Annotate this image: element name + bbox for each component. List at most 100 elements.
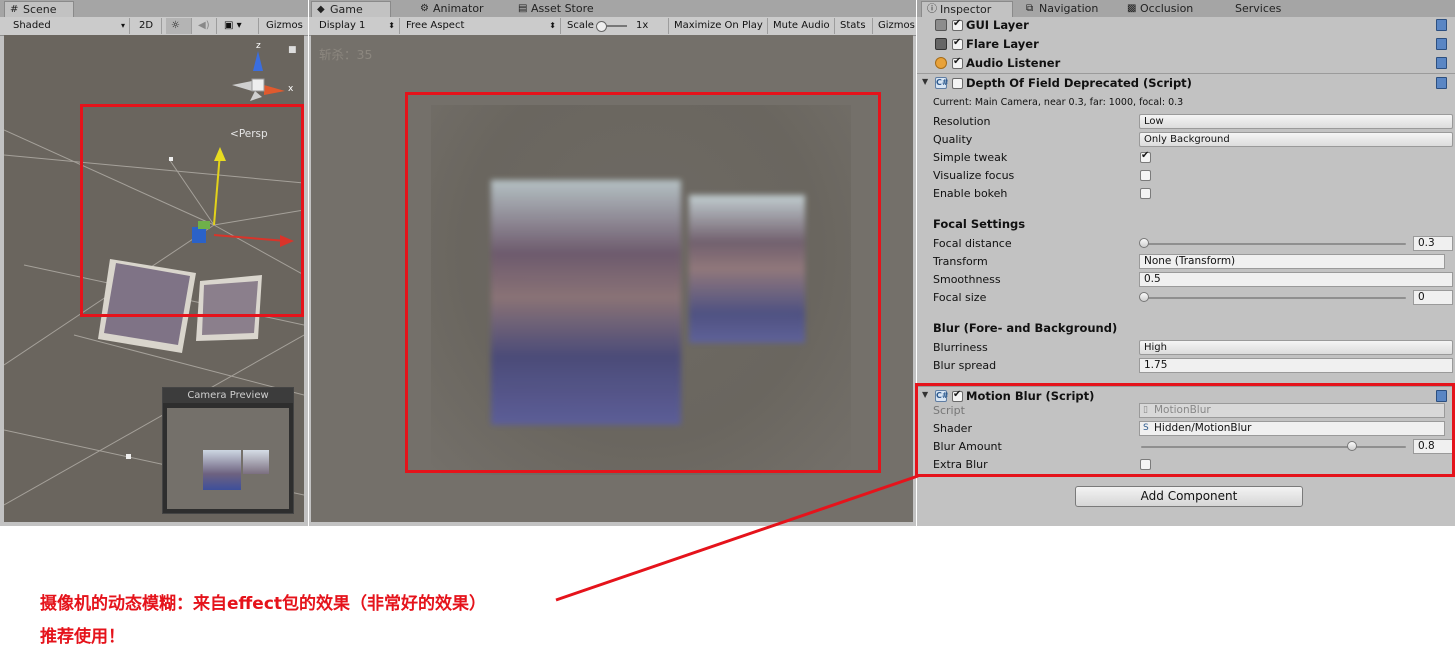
transform-label: Transform: [933, 255, 988, 268]
kill-count-hud: 斩杀：35: [319, 47, 373, 62]
dof-resolution-row: Resolution Low: [917, 113, 1455, 131]
camera-preview-title: Camera Preview: [163, 388, 293, 403]
aspect-dropdown[interactable]: Free Aspect ⬍: [401, 18, 561, 34]
axis-x-label: x: [288, 84, 294, 94]
camera-preview-view: [167, 408, 289, 509]
focal-size-row: Focal size 0: [917, 289, 1455, 307]
scene-tabbar: # Scene: [0, 0, 308, 17]
component-gui-layer[interactable]: GUI Layer: [917, 16, 1455, 35]
help-book-icon[interactable]: [1436, 19, 1447, 31]
blur-spread-row: Blur spread 1.75: [917, 357, 1455, 375]
lighting-toggle[interactable]: ☼: [166, 18, 192, 34]
tab-asset-store-label: Asset Store: [531, 2, 594, 15]
component-flare-layer[interactable]: Flare Layer: [917, 35, 1455, 54]
tab-game-label: Game: [330, 3, 363, 16]
tab-navigation-label: Navigation: [1039, 2, 1099, 15]
audio-listener-enabled-checkbox[interactable]: [952, 56, 963, 69]
game-tabbar: ◆ Game ⚙ Animator ▤ Asset Store: [309, 0, 916, 17]
flare-layer-title: Flare Layer: [966, 37, 1039, 51]
audio-listener-icon: [935, 57, 947, 69]
tab-inspector[interactable]: ⓘ Inspector: [921, 1, 1013, 17]
gui-layer-enabled-checkbox[interactable]: [952, 18, 963, 31]
tab-asset-store[interactable]: ▤ Asset Store: [513, 1, 623, 17]
transform-row: Transform None (Transform): [917, 253, 1455, 271]
scene-toolbar: Shaded ▾ 2D ☼ ◀) ▣ ▾ Gizmos: [0, 17, 308, 36]
focal-distance-slider-thumb[interactable]: [1139, 238, 1149, 248]
dof-enabled-checkbox[interactable]: [952, 78, 963, 89]
shading-dropdown[interactable]: Shaded ▾: [8, 18, 130, 34]
smoothness-field[interactable]: 0.5: [1139, 272, 1453, 287]
component-audio-listener[interactable]: Audio Listener: [917, 54, 1455, 73]
scene-gizmos-label: Gizmos: [266, 20, 303, 31]
preview-image-1: [203, 450, 241, 490]
toggle-2d-button[interactable]: 2D: [134, 18, 162, 34]
mute-audio-toggle[interactable]: Mute Audio: [768, 18, 835, 34]
image-icon: ▣ ▾: [224, 20, 242, 31]
scale-label: Scale: [567, 20, 594, 31]
audio-listener-title: Audio Listener: [966, 56, 1061, 70]
tab-scene[interactable]: # Scene: [4, 1, 74, 17]
focal-distance-slider[interactable]: [1141, 243, 1406, 245]
focal-size-slider-thumb[interactable]: [1139, 292, 1149, 302]
display-arrow-icon: ⬍: [388, 21, 395, 30]
quality-label: Quality: [933, 133, 973, 146]
display-dropdown[interactable]: Display 1 ⬍: [314, 18, 400, 34]
view-orientation-gizmo[interactable]: z x ■: [222, 41, 302, 113]
dof-simple-tweak-row: Simple tweak: [917, 149, 1455, 167]
scene-gizmos-dropdown[interactable]: Gizmos: [261, 18, 308, 34]
stats-toggle[interactable]: Stats: [835, 18, 873, 34]
visualize-focus-checkbox[interactable]: [1140, 170, 1151, 181]
tab-scene-label: Scene: [23, 3, 57, 16]
inspector-tabbar: ⓘ Inspector ⧉ Navigation ▩ Occlusion Ser…: [917, 0, 1455, 17]
help-book-icon[interactable]: [1436, 57, 1447, 69]
simple-tweak-checkbox[interactable]: [1140, 150, 1151, 163]
blurriness-dropdown[interactable]: High: [1139, 340, 1453, 355]
tab-occlusion[interactable]: ▩ Occlusion: [1122, 1, 1212, 17]
lock-icon[interactable]: ■: [288, 45, 297, 55]
tab-animator-label: Animator: [433, 2, 484, 15]
camera-preview: Camera Preview: [162, 387, 294, 514]
visualize-focus-label: Visualize focus: [933, 169, 1015, 182]
add-component-label: Add Component: [1140, 489, 1238, 503]
flare-layer-enabled-checkbox[interactable]: [952, 37, 963, 50]
grid-icon: #: [10, 4, 19, 15]
audio-toggle[interactable]: ◀): [193, 18, 217, 34]
stats-label: Stats: [840, 20, 866, 31]
game-highlight-box: [405, 92, 881, 473]
help-book-icon[interactable]: [1436, 77, 1447, 89]
scale-control[interactable]: Scale 1x: [562, 18, 669, 34]
tab-services-label: Services: [1235, 2, 1282, 15]
scale-slider-thumb[interactable]: [596, 21, 607, 32]
maximize-on-play-toggle[interactable]: Maximize On Play: [669, 18, 768, 34]
enable-bokeh-checkbox[interactable]: [1140, 188, 1151, 199]
focal-size-field[interactable]: 0: [1413, 290, 1453, 305]
game-gizmos-dropdown[interactable]: Gizmos: [873, 18, 916, 34]
gui-layer-title: GUI Layer: [966, 18, 1029, 32]
dof-title: Depth Of Field Deprecated (Script): [966, 76, 1192, 90]
resolution-dropdown[interactable]: Low: [1139, 114, 1453, 129]
toggle-2d-label: 2D: [139, 20, 154, 31]
component-depth-of-field[interactable]: ▼ C# Depth Of Field Deprecated (Script): [917, 73, 1455, 93]
focal-size-slider[interactable]: [1141, 297, 1406, 299]
tab-services[interactable]: Services: [1217, 1, 1287, 17]
game-gizmos-label: Gizmos: [878, 20, 915, 31]
effects-dropdown[interactable]: ▣ ▾: [219, 18, 259, 34]
shading-label: Shaded: [13, 20, 51, 31]
blur-spread-field[interactable]: 1.75: [1139, 358, 1453, 373]
tab-navigation[interactable]: ⧉ Navigation: [1021, 1, 1119, 17]
focal-distance-label: Focal distance: [933, 237, 1012, 250]
game-panel: ◆ Game ⚙ Animator ▤ Asset Store Display …: [309, 0, 916, 526]
focal-distance-field[interactable]: 0.3: [1413, 236, 1453, 251]
navigation-icon: ⧉: [1026, 3, 1034, 14]
tab-game[interactable]: ◆ Game: [311, 1, 391, 17]
help-book-icon[interactable]: [1436, 38, 1447, 50]
sun-icon: ☼: [171, 20, 180, 31]
aspect-arrow-icon: ⬍: [549, 21, 556, 30]
tab-animator[interactable]: ⚙ Animator: [415, 1, 511, 17]
blur-section-heading: Blur (Fore- and Background): [933, 321, 1118, 335]
add-component-button[interactable]: Add Component: [1075, 486, 1303, 507]
quality-dropdown[interactable]: Only Background: [1139, 132, 1453, 147]
foldout-arrow-icon[interactable]: ▼: [922, 77, 928, 86]
scene-highlight-box: [80, 104, 304, 317]
transform-object-field[interactable]: None (Transform): [1139, 254, 1445, 269]
